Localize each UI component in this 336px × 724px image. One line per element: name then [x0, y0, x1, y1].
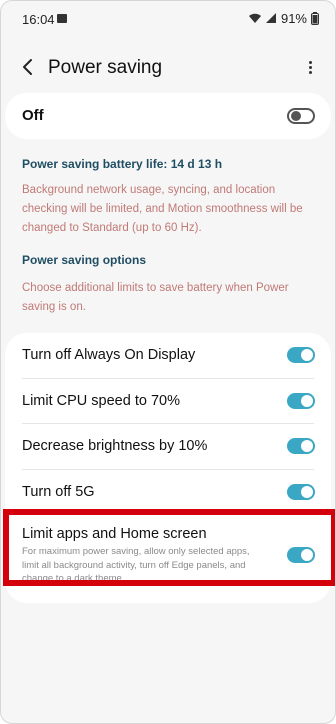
- status-bar: 16:04 91%: [1, 1, 335, 35]
- master-toggle-row[interactable]: Off: [5, 93, 331, 139]
- brightness-switch[interactable]: [287, 438, 315, 454]
- status-right: 91%: [248, 11, 319, 26]
- wifi-icon: [248, 13, 261, 23]
- more-options-icon[interactable]: [305, 59, 315, 77]
- battery-percent: 91%: [280, 11, 307, 26]
- option-row-brightness[interactable]: Decrease brightness by 10%: [5, 424, 331, 468]
- power-saving-switch[interactable]: [287, 108, 315, 124]
- option-label: Turn off 5G: [22, 484, 95, 500]
- battery-life-description: Background network usage, syncing, and l…: [22, 184, 303, 234]
- option-label: Turn off Always On Display: [22, 347, 196, 363]
- cpu-switch[interactable]: [287, 393, 315, 409]
- options-info: Power saving options Choose additional l…: [22, 253, 320, 317]
- options-heading: Power saving options: [22, 253, 147, 267]
- option-row-aod[interactable]: Turn off Always On Display: [5, 333, 331, 377]
- highlight-box: [3, 509, 335, 586]
- aod-switch[interactable]: [287, 347, 315, 363]
- back-icon[interactable]: [18, 57, 38, 77]
- options-description: Choose additional limits to save battery…: [22, 282, 289, 313]
- option-label: Limit CPU speed to 70%: [22, 393, 180, 409]
- page-title: Power saving: [48, 57, 163, 78]
- battery-life-info: Power saving battery life: 14 d 13 h Bac…: [22, 157, 320, 238]
- phone-screen: 16:04 91% Power saving Off Power saving …: [0, 0, 336, 724]
- option-row-cpu[interactable]: Limit CPU speed to 70%: [5, 379, 331, 423]
- battery-icon: [311, 12, 319, 25]
- gallery-notification-icon: [57, 14, 67, 23]
- signal-icon: [265, 13, 276, 23]
- battery-life-heading: Power saving battery life: 14 d 13 h: [22, 157, 223, 171]
- status-time: 16:04: [22, 12, 55, 27]
- master-toggle-label: Off: [22, 107, 44, 124]
- 5g-switch[interactable]: [287, 484, 315, 500]
- option-label: Decrease brightness by 10%: [22, 438, 208, 454]
- app-bar: Power saving: [1, 45, 335, 89]
- option-row-5g[interactable]: Turn off 5G: [5, 470, 331, 514]
